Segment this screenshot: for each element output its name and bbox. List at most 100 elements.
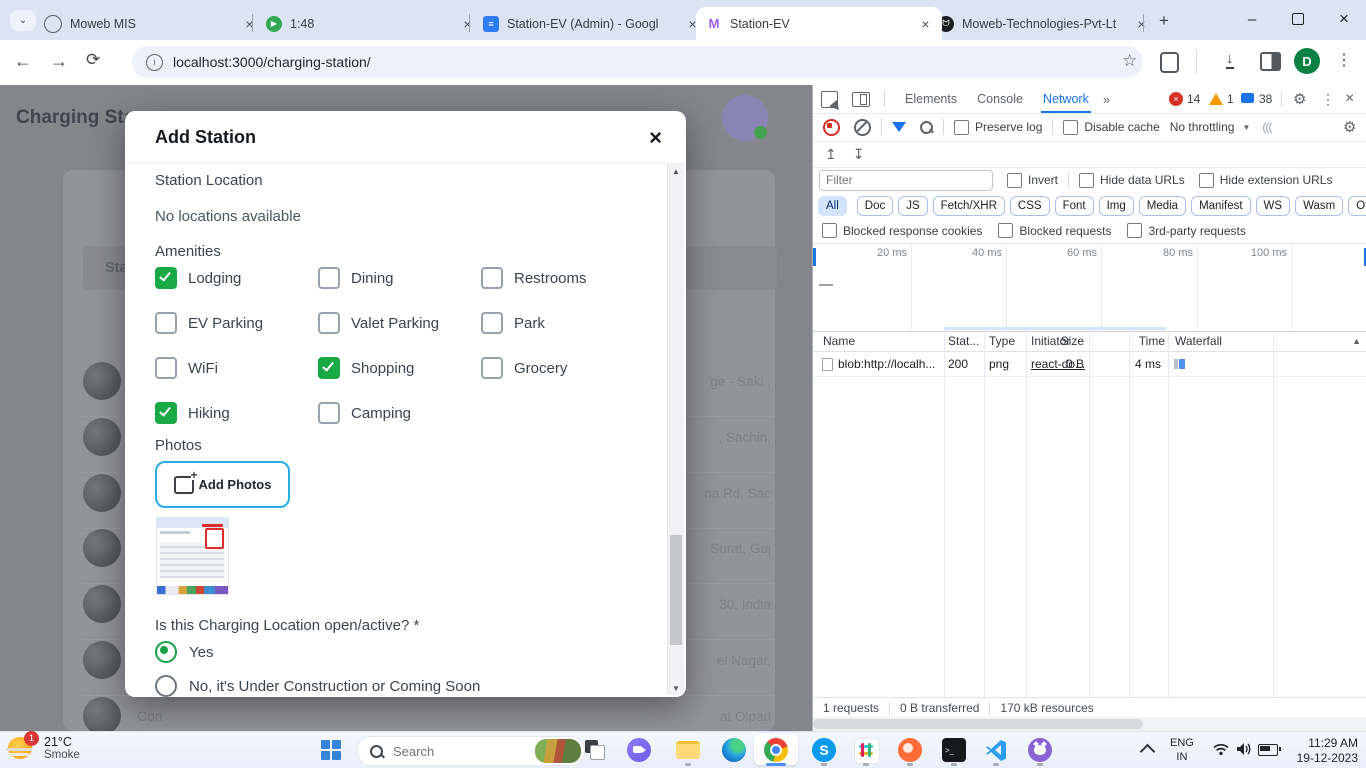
column-waterfall[interactable]: Waterfall [1175, 330, 1222, 351]
sort-arrow-icon[interactable]: ▲ [1352, 336, 1361, 346]
table-row[interactable]: Conat Olpad [83, 697, 783, 731]
chip-css[interactable]: CSS [1010, 196, 1050, 216]
reload-icon[interactable]: ⟳ [86, 50, 100, 70]
delete-photo-icon[interactable] [205, 528, 224, 549]
chrome-icon[interactable] [764, 738, 788, 762]
tab-video[interactable]: ▶ 1:48 × [256, 7, 484, 40]
import-har-icon[interactable]: ↥ [825, 146, 837, 163]
search-highlight-image[interactable] [535, 739, 581, 763]
extensions-icon[interactable] [1160, 52, 1179, 73]
amenity-hiking[interactable]: Hiking [155, 402, 318, 424]
devtools-settings-icon[interactable]: ⚙ [1293, 90, 1306, 108]
issues-count[interactable]: 38 [1259, 92, 1272, 106]
chat-app-icon[interactable] [627, 738, 651, 762]
language-indicator[interactable]: ENG IN [1170, 737, 1194, 765]
amenity-dining[interactable]: Dining [318, 267, 481, 289]
hscrollbar-thumb[interactable] [813, 719, 1143, 729]
disable-cache-checkbox[interactable] [1063, 120, 1078, 135]
taskbar-search[interactable] [357, 736, 585, 766]
chip-img[interactable]: Img [1099, 196, 1134, 216]
modal-close-icon[interactable]: × [649, 125, 662, 151]
devtools-tab-elements[interactable]: Elements [903, 86, 959, 113]
postman-icon[interactable] [898, 738, 922, 762]
request-row[interactable]: blob:http://localh... 200 png react-do..… [813, 351, 1366, 377]
search-icon[interactable] [920, 121, 933, 134]
chip-all[interactable]: All [818, 196, 847, 216]
profile-avatar[interactable]: D [1294, 48, 1320, 74]
tab-moweb-mis[interactable]: Moweb MIS × [34, 7, 266, 40]
throttling-select[interactable]: No throttling [1170, 120, 1235, 134]
weather-widget[interactable]: 1 21°C Smoke [8, 734, 80, 762]
side-panel-icon[interactable] [1260, 52, 1281, 71]
tab-station-ev-admin[interactable]: ≡ Station-EV (Admin) - Googl × [473, 7, 709, 40]
invert-checkbox[interactable] [1007, 173, 1022, 188]
chip-js[interactable]: JS [898, 196, 927, 216]
window-close-button[interactable]: × [1324, 0, 1364, 38]
radio-button[interactable] [155, 641, 177, 663]
blocked-requests-checkbox[interactable] [998, 223, 1013, 238]
user-avatar[interactable] [722, 95, 768, 141]
amenity-park[interactable]: Park [481, 312, 635, 334]
issues-icon[interactable] [1241, 93, 1254, 103]
battery-icon[interactable] [1258, 744, 1278, 756]
network-overview-timeline[interactable]: 20 ms 40 ms 60 ms 80 ms 100 ms [813, 243, 1366, 332]
radio-button[interactable] [155, 675, 177, 697]
amenity-ev-parking[interactable]: EV Parking [155, 312, 318, 334]
column-name[interactable]: Name [823, 330, 855, 351]
clock-widget[interactable]: 11:29 AM 19-12-2023 [1296, 736, 1358, 766]
forward-icon[interactable]: → [50, 51, 68, 72]
third-party-requests-checkbox[interactable] [1127, 223, 1142, 238]
skype-icon[interactable]: S [812, 738, 836, 762]
modal-scrollbar[interactable]: ▲ ▼ [667, 164, 684, 695]
chip-ws[interactable]: WS [1256, 196, 1291, 216]
site-info-icon[interactable]: i [146, 54, 163, 71]
vscode-icon[interactable] [984, 738, 1008, 762]
more-tabs-icon[interactable]: » [1103, 92, 1110, 107]
devtools-menu-icon[interactable]: ⋮ [1321, 91, 1335, 108]
preserve-log-checkbox[interactable] [954, 120, 969, 135]
device-toolbar-icon[interactable] [852, 92, 870, 107]
checkbox[interactable] [318, 357, 340, 379]
task-view-icon[interactable] [585, 740, 605, 760]
checkbox[interactable] [155, 267, 177, 289]
scroll-down-icon[interactable]: ▼ [668, 681, 684, 695]
column-time[interactable]: Time [1121, 330, 1165, 351]
checkbox[interactable] [155, 312, 177, 334]
filter-input[interactable] [819, 170, 993, 191]
error-icon[interactable]: × [1169, 92, 1183, 106]
devtools-hscrollbar[interactable] [813, 717, 1366, 731]
radio-option-yes[interactable]: Yes [155, 641, 213, 663]
amenity-lodging[interactable]: Lodging [155, 267, 318, 289]
tab-search-button[interactable]: ⌄ [10, 10, 36, 31]
radio-option-no[interactable]: No, it's Under Construction or Coming So… [155, 675, 480, 697]
chip-other[interactable]: Other [1348, 196, 1366, 216]
timeline-left-handle[interactable] [813, 248, 816, 266]
warning-icon[interactable] [1209, 93, 1223, 105]
amenity-camping[interactable]: Camping [318, 402, 481, 424]
amenity-valet-parking[interactable]: Valet Parking [318, 312, 481, 334]
bookmark-star-icon[interactable]: ☆ [1122, 51, 1137, 71]
chip-wasm[interactable]: Wasm [1295, 196, 1343, 216]
warning-count[interactable]: 1 [1227, 92, 1234, 106]
window-minimize-button[interactable]: – [1232, 0, 1272, 38]
record-icon[interactable] [823, 119, 840, 136]
export-har-icon[interactable]: ↧ [853, 146, 865, 163]
scroll-up-icon[interactable]: ▲ [668, 164, 684, 178]
window-maximize-button[interactable] [1278, 0, 1318, 38]
blocked-response-cookies-checkbox[interactable] [822, 223, 837, 238]
slack-icon[interactable] [854, 738, 880, 764]
scrollbar-thumb[interactable] [670, 535, 682, 645]
start-button-icon[interactable] [321, 740, 341, 760]
downloads-icon[interactable]: ↓ [1226, 50, 1234, 69]
inspect-element-icon[interactable] [821, 91, 838, 108]
close-icon[interactable]: × [1133, 15, 1150, 32]
clear-icon[interactable] [854, 119, 871, 136]
close-icon[interactable]: × [917, 15, 934, 32]
chip-manifest[interactable]: Manifest [1191, 196, 1250, 216]
hide-data-urls-checkbox[interactable] [1079, 173, 1094, 188]
checkbox[interactable] [481, 312, 503, 334]
checkbox[interactable] [481, 267, 503, 289]
chip-fetch-xhr[interactable]: Fetch/XHR [933, 196, 1005, 216]
chevron-down-icon[interactable]: ▼ [1242, 123, 1250, 132]
edge-icon[interactable] [722, 738, 746, 762]
